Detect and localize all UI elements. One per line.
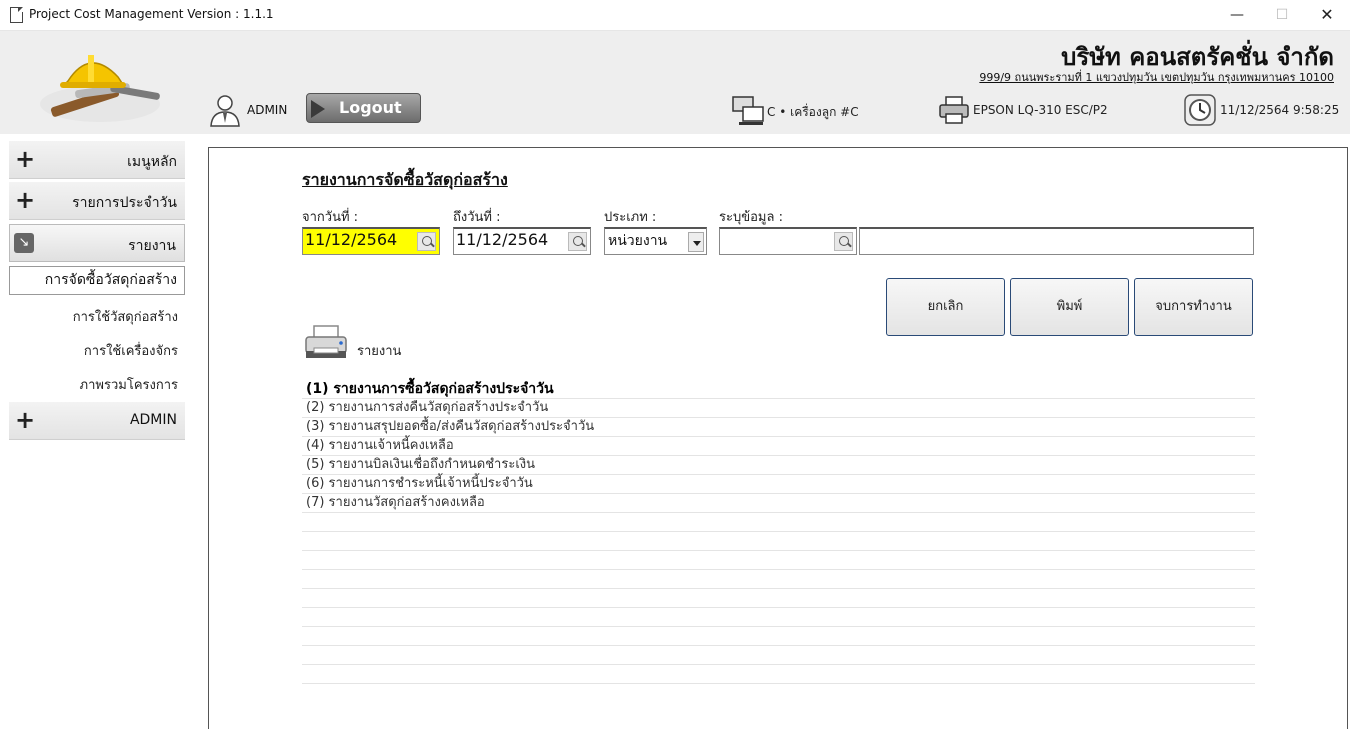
search-icon[interactable] [568,232,587,251]
sidebar-item-admin[interactable]: + ADMIN [9,402,185,440]
exit-label: จบการทำงาน [1155,299,1232,314]
current-user: ADMIN [247,103,288,117]
title-bar: Project Cost Management Version : 1.1.1 … [0,0,1350,31]
list-item[interactable] [302,551,1255,570]
report-list-label: รายงาน [357,344,402,359]
list-item[interactable]: (1) รายงานการซื้อวัสดุก่อสร้างประจำวัน [302,380,1255,399]
printer-name: EPSON LQ-310 ESC/P2 [973,103,1108,117]
minimize-button[interactable]: — [1214,0,1260,31]
exit-button[interactable]: จบการทำงาน [1134,278,1253,336]
current-datetime: 11/12/2564 9:58:25 [1220,103,1340,117]
plus-icon: + [15,186,36,214]
type-label: ประเภท : [604,210,657,225]
logout-label: Logout [339,98,402,117]
print-button[interactable]: พิมพ์ [1010,278,1129,336]
sidebar-item-daily[interactable]: + รายการประจำวัน [9,182,185,220]
sidebar-subitem-material-usage[interactable]: การใช้วัสดุก่อสร้าง [73,306,178,327]
sidebar-item-main-menu[interactable]: + เมนูหลัก [9,141,185,179]
enter-arrow-icon: ↘ [14,233,34,253]
close-button[interactable]: ✕ [1304,0,1350,31]
list-item[interactable] [302,570,1255,589]
network-computer-icon [732,96,764,125]
from-date-label: จากวันที่ : [302,210,359,225]
list-item[interactable] [302,646,1255,665]
list-item[interactable] [302,665,1255,684]
sidebar-subitem-machine-usage[interactable]: การใช้เครื่องจักร [84,340,178,361]
printer-icon [305,325,347,358]
search-icon[interactable] [417,232,436,251]
to-date-value: 11/12/2564 [456,230,549,249]
printer-icon [939,96,969,124]
machine-name: C • เครื่องลูก #C [767,105,859,119]
to-date-label: ถึงวันที่ : [453,210,501,225]
search-icon[interactable] [834,232,853,251]
sidebar-item-label: เมนูหลัก [127,154,177,170]
spec-label: ระบุข้อมูล : [719,210,783,225]
list-item[interactable]: (6) รายงานการชำระหนี้เจ้าหนี้ประจำวัน [302,475,1255,494]
list-item[interactable] [302,589,1255,608]
spec-code-field[interactable] [719,227,857,255]
spec-name-field[interactable] [859,227,1254,255]
from-date-value: 11/12/2564 [305,230,398,249]
from-date-field[interactable]: 11/12/2564 [302,227,440,255]
to-date-field[interactable]: 11/12/2564 [453,227,591,255]
cancel-button[interactable]: ยกเลิก [886,278,1005,336]
construction-logo-icon [40,55,160,122]
print-label: พิมพ์ [1056,299,1083,314]
app-header: บริษัท คอนสตรัคชั่น จำกัด 999/9 ถนนพระรา… [0,31,1350,134]
list-item[interactable] [302,532,1255,551]
list-item[interactable]: (2) รายงานการส่งคืนวัสดุก่อสร้างประจำวัน [302,399,1255,418]
list-item[interactable]: (3) รายงานสรุปยอดซื้อ/ส่งคืนวัสดุก่อสร้า… [302,418,1255,437]
sidebar-item-label: รายการประจำวัน [72,195,177,211]
type-select[interactable]: หน่วยงาน [604,227,707,255]
sidebar-subitem-project-overview[interactable]: ภาพรวมโครงการ [80,374,178,395]
sidebar-item-label: รายงาน [128,238,176,254]
arrow-right-icon [311,100,325,118]
type-value: หน่วยงาน [608,233,668,249]
window-title: Project Cost Management Version : 1.1.1 [29,7,274,21]
list-item[interactable]: (5) รายงานบิลเงินเชื่อถึงกำหนดชำระเงิน [302,456,1255,475]
plus-icon: + [15,145,36,173]
sidebar: + เมนูหลัก + รายการประจำวัน ↘ รายงาน การ… [0,134,200,729]
plus-icon: + [15,406,36,434]
report-list: (1) รายงานการซื้อวัสดุก่อสร้างประจำวัน (… [302,380,1255,684]
sidebar-subitem-purchase[interactable]: การจัดซื้อวัสดุก่อสร้าง [9,266,185,295]
sidebar-item-label: ADMIN [129,412,177,428]
company-address: 999/9 ถนนพระรามที่ 1 แขวงปทุมวัน เขตปทุม… [979,71,1334,84]
list-item[interactable]: (4) รายงานเจ้าหนี้คงเหลือ [302,437,1255,456]
list-item[interactable] [302,627,1255,646]
list-item[interactable] [302,608,1255,627]
user-icon [210,95,240,127]
cancel-label: ยกเลิก [927,299,964,314]
clock-icon [1184,94,1216,126]
maximize-button[interactable]: ☐ [1259,0,1305,31]
logout-button[interactable]: Logout [306,93,421,123]
list-item[interactable]: (7) รายงานวัสดุก่อสร้างคงเหลือ [302,494,1255,513]
app-icon [10,7,23,23]
chevron-down-icon[interactable] [688,232,704,252]
list-item[interactable] [302,513,1255,532]
sidebar-item-report[interactable]: ↘ รายงาน [9,224,185,262]
page-title: รายงานการจัดซื้อวัสดุก่อสร้าง [302,170,508,189]
report-panel: รายงานการจัดซื้อวัสดุก่อสร้าง จากวันที่ … [208,147,1348,729]
